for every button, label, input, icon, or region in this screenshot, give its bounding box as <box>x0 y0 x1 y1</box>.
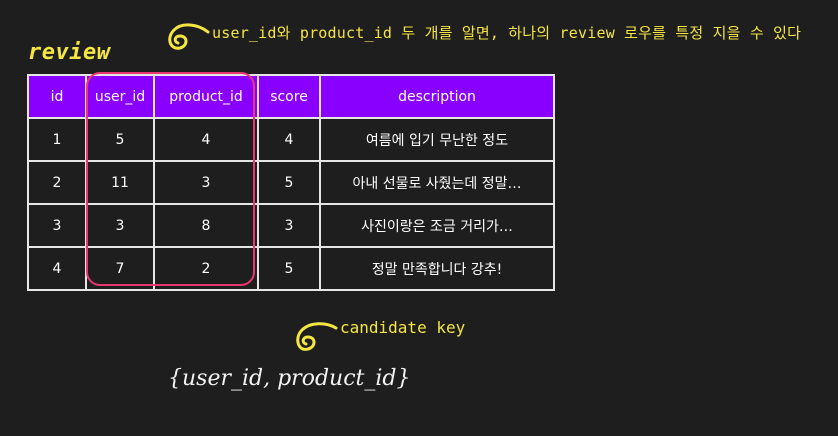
cell-user-id: 11 <box>85 160 155 205</box>
cell-product-id: 2 <box>153 246 259 291</box>
column-header-description: description <box>319 74 555 119</box>
cell-user-id: 5 <box>85 117 155 162</box>
table-row: 2 11 3 5 아내 선물로 사줬는데 정말… <box>27 160 555 205</box>
table-title: review <box>28 40 111 65</box>
swirl-arrow-icon <box>296 322 338 351</box>
cell-score: 4 <box>257 117 321 162</box>
column-header-product-id: product_id <box>153 74 259 119</box>
cell-id: 1 <box>27 117 87 162</box>
cell-product-id: 4 <box>153 117 259 162</box>
column-header-score: score <box>257 74 321 119</box>
cell-id: 3 <box>27 203 87 248</box>
cell-description: 정말 만족합니다 강추! <box>319 246 555 291</box>
column-header-user-id: user_id <box>85 74 155 119</box>
cell-score: 3 <box>257 203 321 248</box>
candidate-key-explanation: user_id와 product_id 두 개를 알면, 하나의 review … <box>212 24 802 42</box>
cell-product-id: 3 <box>153 160 259 205</box>
swirl-arrow-icon <box>168 23 210 50</box>
table-header-row: id user_id product_id score description <box>27 74 555 119</box>
cell-score: 5 <box>257 160 321 205</box>
cell-id: 4 <box>27 246 87 291</box>
cell-description: 아내 선물로 사줬는데 정말… <box>319 160 555 205</box>
cell-user-id: 3 <box>85 203 155 248</box>
column-header-id: id <box>27 74 87 119</box>
table-row: 1 5 4 4 여름에 입기 무난한 정도 <box>27 117 555 162</box>
cell-score: 5 <box>257 246 321 291</box>
candidate-key-label: candidate key <box>340 318 466 337</box>
cell-user-id: 7 <box>85 246 155 291</box>
table-row: 4 7 2 5 정말 만족합니다 강추! <box>27 246 555 291</box>
cell-description: 여름에 입기 무난한 정도 <box>319 117 555 162</box>
cell-product-id: 8 <box>153 203 259 248</box>
cell-description: 사진이랑은 조금 거리가… <box>319 203 555 248</box>
candidate-key-formula: {user_id, product_id} <box>168 366 411 391</box>
cell-id: 2 <box>27 160 87 205</box>
review-table: id user_id product_id score description … <box>27 74 555 291</box>
table-row: 3 3 8 3 사진이랑은 조금 거리가… <box>27 203 555 248</box>
